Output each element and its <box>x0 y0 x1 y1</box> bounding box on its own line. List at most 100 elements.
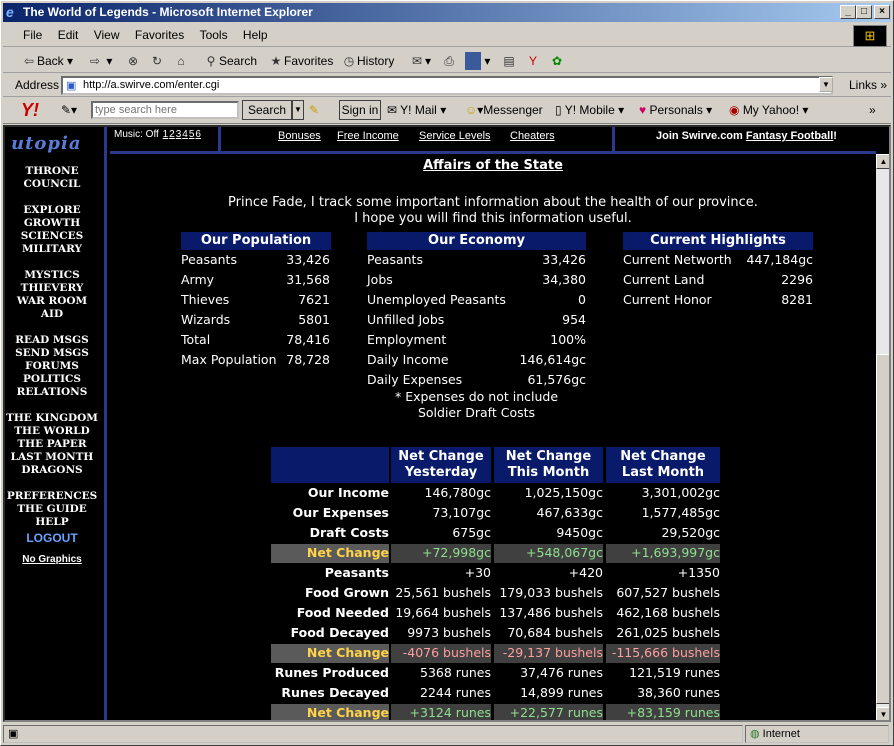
music-track-1[interactable]: 1 <box>163 129 169 140</box>
utopia-logo[interactable]: utopia <box>11 133 82 154</box>
music-track-4[interactable]: 4 <box>182 129 188 140</box>
ymail-button[interactable]: ✉ Y! Mail ▾ <box>387 103 446 117</box>
nav-aid[interactable]: AID <box>5 308 99 321</box>
nav-mystics[interactable]: MYSTICS <box>5 269 99 282</box>
nav-preferences[interactable]: PREFERENCES <box>5 490 99 503</box>
economy-value: 146,614gc <box>519 352 587 367</box>
change-value: 37,476 runes <box>520 665 603 680</box>
bonuses-link[interactable]: Bonuses <box>278 130 321 142</box>
vertical-scrollbar[interactable]: ▲ ▼ <box>876 154 889 720</box>
highlight-icon[interactable]: ✎ <box>309 103 319 117</box>
strip-divider <box>218 127 221 151</box>
address-input[interactable]: ▣ http://a.swirve.com/enter.cgi <box>61 76 833 95</box>
back-button[interactable]: ⇦ Back ▾ <box>21 52 73 70</box>
music-track-2[interactable]: 2 <box>169 129 175 140</box>
nav-thievery[interactable]: THIEVERY <box>5 282 99 295</box>
myyahoo-link[interactable]: ◉ My Yahoo! ▾ <box>729 103 808 117</box>
messenger-button[interactable]: ✿ <box>549 52 565 70</box>
fantasy-football-link[interactable]: Fantasy Football <box>746 130 833 142</box>
nav-growth[interactable]: GROWTH <box>5 217 99 230</box>
favorites-button[interactable]: ★ Favorites <box>268 52 334 70</box>
nav-explore[interactable]: EXPLORE <box>5 204 99 217</box>
expenses-note-2: Soldier Draft Costs <box>417 405 536 420</box>
search-button[interactable]: ⚲ Search <box>203 52 257 70</box>
nav-sciences[interactable]: SCIENCES <box>5 230 99 243</box>
change-row-label: Runes Decayed <box>281 685 389 700</box>
nav-logout[interactable]: LOGOUT <box>5 532 99 545</box>
change-row-label: Net Change <box>306 645 389 660</box>
messenger-link[interactable]: ☺▾Messenger <box>465 103 543 117</box>
nav-read-msgs[interactable]: READ MSGS <box>5 334 99 347</box>
signin-button[interactable]: Sign in <box>339 100 381 120</box>
nav-guide[interactable]: THE GUIDE <box>5 503 99 516</box>
service-levels-link[interactable]: Service Levels <box>419 130 491 142</box>
intro-line-1: Prince Fade, I track some important info… <box>228 195 758 210</box>
mobile-link[interactable]: ▯ Y! Mobile ▾ <box>555 103 624 117</box>
stop-button[interactable]: ⊗ <box>125 52 141 70</box>
close-button[interactable]: × <box>874 5 890 19</box>
scroll-up-button[interactable]: ▲ <box>876 154 889 169</box>
links-button[interactable]: Links » <box>849 78 887 92</box>
menu-edit[interactable]: Edit <box>52 25 85 45</box>
myyahoo-icon: ◉ <box>729 103 743 117</box>
pencil-icon[interactable]: ✎▾ <box>61 103 77 117</box>
home-icon: ⌂ <box>177 54 185 68</box>
change-row-label: Net Change <box>306 705 389 720</box>
print-button[interactable]: ⎙ <box>441 52 457 70</box>
nav-kingdom[interactable]: THE KINGDOM <box>5 412 99 425</box>
menu-file[interactable]: File <box>17 25 48 45</box>
nav-military[interactable]: MILITARY <box>5 243 99 256</box>
free-income-link[interactable]: Free Income <box>337 130 399 142</box>
refresh-button[interactable]: ↻ <box>149 52 165 70</box>
discuss-button[interactable]: ▤ <box>501 52 517 70</box>
economy-label: Peasants <box>367 252 423 267</box>
change-header-line: Net Change <box>620 449 706 464</box>
toolbar-more-chevron-icon[interactable]: » <box>869 103 876 117</box>
history-button[interactable]: ◷ History <box>341 52 395 70</box>
yahoo-toolbar-button[interactable]: Y <box>525 52 541 70</box>
forward-button[interactable]: ⇨ ▾ <box>87 52 112 70</box>
home-button[interactable]: ⌂ <box>173 52 189 70</box>
music-controls: Music: Off 123456 <box>114 129 201 140</box>
nav-help[interactable]: HELP <box>5 516 99 529</box>
nav-throne[interactable]: THRONE <box>5 165 99 178</box>
music-track-5[interactable]: 5 <box>189 129 195 140</box>
nav-paper[interactable]: THE PAPER <box>5 438 99 451</box>
nav-world[interactable]: THE WORLD <box>5 425 99 438</box>
nav-forums[interactable]: FORUMS <box>5 360 99 373</box>
menu-favorites[interactable]: Favorites <box>129 25 190 45</box>
scroll-down-button[interactable]: ▼ <box>876 707 889 720</box>
menu-tools[interactable]: Tools <box>194 25 234 45</box>
scroll-thumb[interactable] <box>876 354 889 704</box>
nav-relations[interactable]: RELATIONS <box>5 386 99 399</box>
yahoo-search-dropdown[interactable]: ▼ <box>292 100 304 120</box>
change-value: -4076 bushels <box>402 645 491 660</box>
nav-last-month[interactable]: LAST MONTH <box>5 451 99 464</box>
yahoo-search-button[interactable]: Search <box>242 100 292 120</box>
change-value: +83,159 runes <box>626 705 720 720</box>
address-dropdown-button[interactable]: ▼ <box>819 77 833 92</box>
yahoo-search-input[interactable] <box>91 101 239 119</box>
menu-help[interactable]: Help <box>237 25 274 45</box>
nav-send-msgs[interactable]: SEND MSGS <box>5 347 99 360</box>
nav-no-graphics[interactable]: No Graphics <box>5 553 99 566</box>
nav-dragons[interactable]: DRAGONS <box>5 464 99 477</box>
yahoo-logo[interactable]: Y! <box>21 100 39 121</box>
change-row-label: Food Grown <box>305 585 389 600</box>
cheaters-link[interactable]: Cheaters <box>510 130 555 142</box>
change-row-label: Our Income <box>307 485 389 500</box>
discuss-icon: ▤ <box>503 54 515 68</box>
mail-button[interactable]: ✉ ▾ <box>409 52 431 70</box>
change-value: 146,780gc <box>424 485 492 500</box>
minimize-button[interactable]: _ <box>840 5 856 19</box>
music-track-3[interactable]: 3 <box>176 129 182 140</box>
change-value: 467,633gc <box>536 505 604 520</box>
nav-council[interactable]: COUNCIL <box>5 178 99 191</box>
maximize-button[interactable]: □ <box>856 5 872 19</box>
nav-politics[interactable]: POLITICS <box>5 373 99 386</box>
nav-warroom[interactable]: WAR ROOM <box>5 295 99 308</box>
music-track-6[interactable]: 6 <box>195 129 201 140</box>
personals-link[interactable]: ♥ Personals ▾ <box>639 103 712 117</box>
edit-button[interactable]: ■ ▾ <box>465 52 490 70</box>
menu-view[interactable]: View <box>88 25 126 45</box>
